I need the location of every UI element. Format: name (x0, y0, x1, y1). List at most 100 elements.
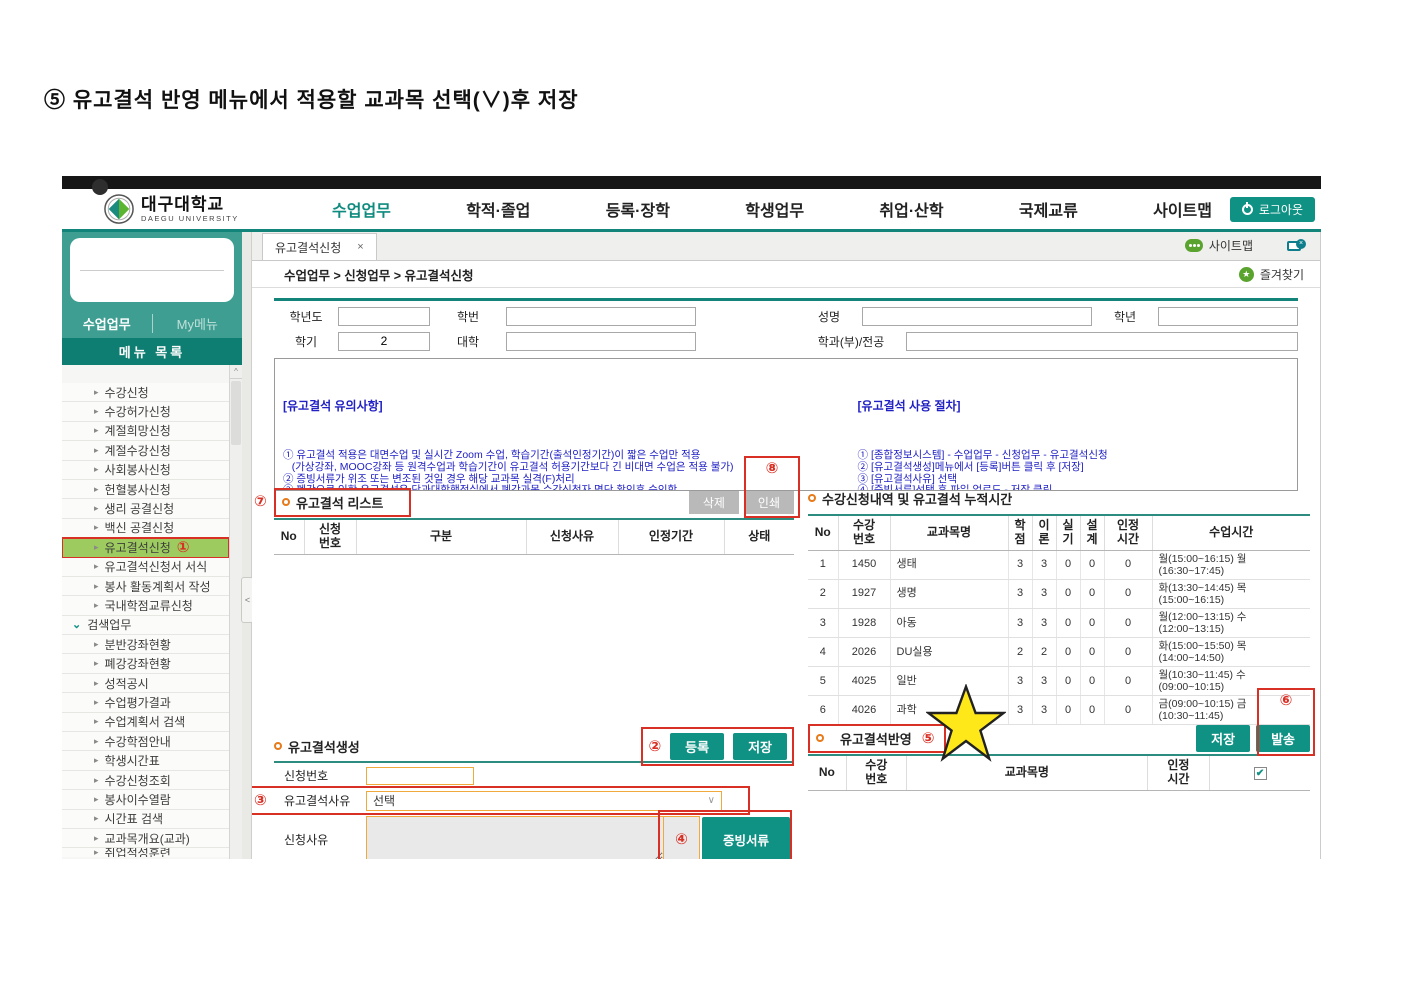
sidebar-item[interactable]: ▸ 교과목개요(교과) (62, 828, 229, 849)
triangle-bullet-icon: ▸ (94, 735, 99, 746)
column-header: 인정 시간 (1146, 753, 1210, 791)
enrollment-cell: 0 (1103, 550, 1152, 580)
sidebar-item[interactable]: ▸ 계절수강신청 (62, 441, 229, 461)
close-icon[interactable]: × (357, 241, 363, 253)
nav-item[interactable]: 학적·졸업 (466, 197, 530, 221)
register-button[interactable]: 등록 (670, 733, 725, 760)
sidebar-item[interactable]: ▸ 수업계획서 검색 (62, 712, 229, 733)
scrollbar-thumb[interactable] (231, 381, 241, 445)
sidebar-item-label: 수강신청조회 (104, 773, 171, 788)
logout-button[interactable]: 로그아웃 (1229, 196, 1315, 222)
triangle-bullet-icon: ▸ (94, 580, 99, 591)
enrollment-cell: 생명 (889, 579, 1008, 609)
enrollment-cell: 3 (1031, 579, 1056, 609)
sidebar-item[interactable]: ▸ 시간표 검색 (62, 809, 229, 829)
sidebar-item[interactable]: ▸ 사회봉사신청 (62, 460, 229, 480)
university-logo[interactable]: 대구대학교 DAEGU UNIVERSITY (104, 194, 294, 224)
sidebar-item[interactable]: ▸ 헌혈봉사신청 (62, 479, 229, 500)
sidebar-item[interactable]: ▸ 수강신청조회 (62, 770, 229, 791)
grade-field[interactable] (1158, 306, 1298, 326)
sidebar-item[interactable]: ▸ 봉사이수열람 (62, 790, 229, 810)
chevron-down-icon: ∨ (707, 795, 715, 806)
sidebar-item[interactable]: ▸ 유고결석신청서 서식 (62, 557, 229, 577)
enrollment-row[interactable]: 6 4026 과학 3 3 0 0 0 금(09:00~10:15) 금(10:30~11:45… (808, 695, 1310, 726)
enrollment-cell: 월(15:00~16:15) 월(16:30~17:45) (1151, 550, 1310, 580)
enrollment-row[interactable]: 1 1450 생태 3 3 0 0 0 월(15:00~16:15) 월(16:30~17:45… (808, 550, 1310, 580)
send-button[interactable]: 발송 (1256, 724, 1310, 752)
nav-item[interactable]: 수업업무 (332, 197, 391, 221)
sidebar-item-label: 성적공시 (104, 676, 149, 691)
reason-type-select[interactable]: 선택 ∨ (366, 790, 722, 811)
scroll-up-icon[interactable]: ^ (230, 365, 242, 379)
semester-field[interactable] (338, 331, 430, 351)
sitemap-link[interactable]: 사이트맵 (1184, 237, 1253, 254)
sidebar-item[interactable]: ▸ 폐강강좌현황 (62, 654, 229, 674)
select-all-checkbox[interactable]: ✔ (1253, 766, 1267, 780)
enrollment-cell: 3 (1031, 550, 1056, 580)
nav-item[interactable]: 취업·산학 (879, 197, 943, 221)
reflection-save-button[interactable]: 저장 (1196, 724, 1251, 752)
sidebar-item[interactable]: ▸ 성적공시 (62, 673, 229, 694)
request-no-field[interactable] (366, 766, 474, 785)
college-label: 대학 (456, 334, 480, 349)
sidebar-tab-work[interactable]: 수업업무 (62, 314, 152, 333)
reason-type-value: 선택 (373, 794, 396, 808)
sidebar-item-label: 수업계획서 검색 (104, 715, 186, 730)
popup-window-icon[interactable]: × (1287, 239, 1306, 252)
sidebar-item[interactable]: ▸ 국내학점교류신청 (62, 596, 229, 616)
instruction-title: ⑤ 유고결석 반영 메뉴에서 적용할 교과목 선택(∨)후 저장 (44, 89, 579, 112)
delete-button[interactable]: 삭제 (688, 490, 739, 514)
tab-absence-request[interactable]: 유고결석신청 × (262, 233, 377, 260)
enrollment-row[interactable]: 2 1927 생명 3 3 0 0 0 화(13:30~14:45) 목(15:00~16:15… (808, 579, 1310, 609)
sidebar-item[interactable]: ▸ 유고결석신청 ① (62, 537, 230, 559)
enrollment-row[interactable]: 3 1928 아동 3 3 0 0 0 월(12:00~13:15) 수(12:00~13:15… (808, 608, 1310, 638)
sidebar-item[interactable]: ▸ 취업적성훈련 (62, 848, 229, 858)
nav-item[interactable]: 등록·장학 (606, 197, 670, 221)
triangle-bullet-icon: ▸ (94, 774, 99, 785)
sidebar-item[interactable]: ⌄ 검색업무 (62, 615, 229, 636)
studentno-field[interactable] (506, 306, 696, 326)
sidebar-item[interactable]: ▸ 봉사 활동계획서 작성 (62, 576, 229, 597)
column-header: 설 계 (1079, 513, 1104, 551)
sidebar-item[interactable]: ▸ 수업평가결과 (62, 693, 229, 713)
name-field[interactable] (862, 306, 1092, 326)
favorite-link[interactable]: ★ 즐겨찾기 (1238, 266, 1304, 283)
column-header: No (274, 517, 304, 555)
college-field[interactable] (506, 331, 696, 351)
sidebar-item[interactable]: ▸ 학생시간표 (62, 751, 229, 771)
reason-type-label: 유고결석사유 (284, 794, 351, 808)
sidebar-item[interactable]: ▸ 수강허가신청 (62, 402, 229, 422)
sidebar-item[interactable]: ▸ 생리 공결신청 (62, 499, 229, 519)
triangle-bullet-icon: ▸ (94, 464, 99, 475)
year-field[interactable] (338, 306, 430, 326)
sidebar-tab-mymenu[interactable]: My메뉴 (151, 313, 243, 333)
sidebar-item[interactable]: ▸ 수강신청 (62, 383, 229, 403)
column-header: 수강 번호 (837, 513, 890, 551)
enrollment-cell: 1450 (837, 550, 890, 580)
enrollment-cell: 0 (1103, 637, 1152, 668)
enrollment-row[interactable]: 5 4025 일반 3 3 0 0 0 월(10:30~11:45) 수(09:00~10:15… (808, 666, 1310, 697)
reason-label: 신청사유 (284, 832, 329, 847)
enrollment-cell: 0 (1055, 579, 1080, 609)
nav-item[interactable]: 사이트맵 (1153, 197, 1212, 221)
sidebar-item[interactable]: ▸ 백신 공결신청 (62, 518, 229, 539)
chevron-down-icon: ⌄ (72, 619, 82, 632)
print-button[interactable]: 인쇄 (743, 490, 794, 514)
sidebar-item[interactable]: ▸ 분반강좌현황 (62, 635, 229, 655)
column-header: No (808, 513, 838, 551)
reason-textarea[interactable] (366, 816, 664, 859)
star-icon: ★ (1238, 266, 1254, 282)
triangle-bullet-icon: ▸ (94, 444, 99, 455)
sidebar-item-label: 수강신청 (104, 385, 149, 400)
nav-item[interactable]: 학생업무 (745, 197, 804, 221)
main-content: 유고결석신청 × 사이트맵 × 수업업무 > 신청업무 > 유고결석신청 ★ 즐… (252, 232, 1321, 859)
sidebar-item[interactable]: ▸ 계절희망신청 (62, 421, 229, 442)
enrollment-row[interactable]: 4 2026 DU실용 2 2 0 0 0 화(15:00~15:50) 목(14:00~14:… (808, 637, 1310, 668)
nav-item[interactable]: 국제교류 (1019, 197, 1078, 221)
evidence-button[interactable]: 증빙서류 (702, 817, 790, 859)
semester-label: 학기 (294, 334, 318, 349)
enrollment-cell: 화(15:00~15:50) 목(14:00~14:50) (1151, 637, 1310, 668)
save-button[interactable]: 저장 (733, 733, 787, 760)
sidebar-item[interactable]: ▸ 수강학점안내 (62, 732, 229, 752)
major-field[interactable] (906, 331, 1298, 351)
